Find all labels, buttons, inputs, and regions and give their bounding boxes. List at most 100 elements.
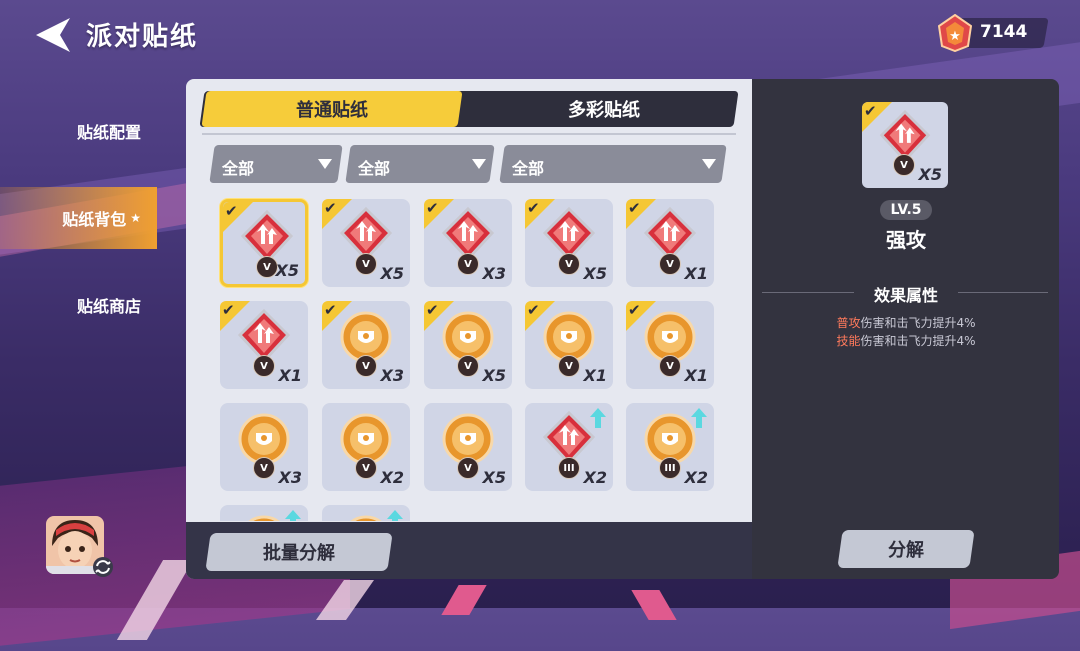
rank-badge: V	[659, 355, 681, 377]
divider	[762, 292, 854, 293]
sticker-count: X2	[380, 468, 404, 487]
check-icon: ✔	[222, 301, 235, 319]
attributes-title: 效果属性	[873, 286, 938, 305]
attribute-text: 伤害和击飞力提升4%	[860, 334, 976, 348]
sidebar-item-sticker-shop[interactable]: 贴纸商店	[0, 274, 157, 336]
rank-badge: V	[558, 355, 580, 377]
sidebar-item-sticker-config[interactable]: 贴纸配置	[0, 100, 157, 162]
back-arrow-icon	[36, 18, 70, 52]
sticker-count: X5	[583, 264, 607, 283]
sticker-level: LV.5	[890, 202, 922, 218]
rank-badge: V	[457, 355, 479, 377]
sticker-card[interactable]: ✔ V X5	[424, 301, 512, 389]
rank-badge: III	[558, 457, 580, 479]
currency-amount: 7144	[980, 22, 1028, 42]
sticker-card[interactable]: III X2	[525, 403, 613, 491]
tab-label: 普通贴纸	[296, 100, 368, 121]
sticker-card[interactable]	[220, 505, 308, 521]
check-icon: ✔	[628, 301, 641, 319]
sticker-card[interactable]	[322, 505, 410, 521]
check-icon: ✔	[225, 202, 238, 220]
upgrade-arrow-icon	[589, 407, 607, 429]
sticker-bag-panel: 普通贴纸 多彩贴纸 全部 全部 全部 ✔ V X5 ✔ V X5 ✔ V X3 ✔ V X5 ✔ V X1 ✔…	[186, 79, 752, 579]
sidebar-item-sticker-bag[interactable]: 贴纸背包 ★	[0, 187, 157, 249]
button-label: 分解	[888, 540, 924, 561]
background-stripe	[631, 590, 677, 620]
sticker-count: X5	[380, 264, 404, 283]
sticker-card[interactable]: V X5	[424, 403, 512, 491]
sticker-card[interactable]: ✔ V X5	[220, 199, 308, 287]
sticker-count: X1	[583, 366, 607, 385]
filter-value: 全部	[512, 159, 545, 178]
chevron-down-icon	[472, 159, 486, 169]
star-icon: ★	[130, 211, 141, 225]
rank-badge: V	[659, 253, 681, 275]
sticker-card[interactable]: ✔ V X1	[220, 301, 308, 389]
filter-value: 全部	[222, 159, 255, 178]
divider	[958, 292, 1048, 293]
sticker-card[interactable]: ✔ V X5	[322, 199, 410, 287]
sidebar-item-label: 贴纸配置	[76, 123, 141, 142]
button-label: 批量分解	[263, 543, 335, 564]
decompose-button[interactable]: 分解	[837, 530, 975, 568]
rank-badge: V	[457, 253, 479, 275]
sticker-card[interactable]: V X3	[220, 403, 308, 491]
filter-value: 全部	[358, 159, 391, 178]
sticker-count: X5	[275, 261, 299, 280]
attribute-text: 伤害和击飞力提升4%	[860, 316, 976, 330]
check-icon: ✔	[527, 301, 540, 319]
background-stripe	[116, 560, 194, 640]
sticker-card[interactable]: ✔ V X3	[424, 199, 512, 287]
attribute-row: 技能伤害和击飞力提升4%	[760, 332, 1052, 349]
check-icon: ✔	[426, 199, 439, 217]
swap-icon[interactable]	[92, 556, 114, 578]
rank-badge: III	[659, 457, 681, 479]
sidebar-item-label: 贴纸商店	[76, 297, 141, 316]
sticker-card[interactable]: V X2	[322, 403, 410, 491]
check-icon: ✔	[324, 199, 337, 217]
rank-badge: V	[355, 253, 377, 275]
sticker-count: X5	[918, 165, 942, 184]
rank-badge: V	[355, 355, 377, 377]
sticker-count: X3	[278, 468, 302, 487]
tab-colorful-stickers[interactable]: 多彩贴纸	[476, 91, 732, 127]
sticker-count: X5	[482, 366, 506, 385]
sticker-count: X3	[482, 264, 506, 283]
page-title: 派对贴纸	[86, 22, 199, 52]
upgrade-arrow-icon	[284, 509, 302, 521]
rank-badge: V	[893, 154, 915, 176]
rank-badge: V	[457, 457, 479, 479]
batch-decompose-button[interactable]: 批量分解	[205, 533, 393, 571]
selected-sticker-preview: ✔ V X5	[862, 102, 948, 188]
sticker-card[interactable]: ✔ V X3	[322, 301, 410, 389]
divider	[202, 133, 736, 135]
sticker-card[interactable]: ✔ V X1	[525, 301, 613, 389]
tab-normal-stickers[interactable]: 普通贴纸	[201, 91, 463, 127]
sticker-count: X1	[278, 366, 302, 385]
rank-badge: V	[355, 457, 377, 479]
background-stripe	[441, 585, 487, 615]
background-stripe	[315, 580, 375, 620]
chevron-down-icon	[318, 159, 332, 169]
attribute-key: 技能	[836, 334, 861, 348]
sticker-card[interactable]: ✔ V X1	[626, 199, 714, 287]
upgrade-arrow-icon	[690, 407, 708, 429]
sticker-card[interactable]: III X2	[626, 403, 714, 491]
sticker-count: X3	[380, 366, 404, 385]
check-icon: ✔	[527, 199, 540, 217]
back-button[interactable]	[34, 16, 74, 54]
sticker-count: X1	[684, 366, 708, 385]
rank-badge: V	[558, 253, 580, 275]
rank-badge: V	[253, 457, 275, 479]
gem-currency-icon: ★	[937, 13, 973, 53]
sticker-name: 强攻	[886, 228, 926, 252]
sticker-count: X2	[684, 468, 708, 487]
sidebar-item-label: 贴纸背包	[62, 210, 127, 229]
sticker-count: X2	[583, 468, 607, 487]
check-icon: ✔	[864, 102, 877, 120]
sticker-card[interactable]: ✔ V X1	[626, 301, 714, 389]
attribute-key: 普攻	[836, 316, 861, 330]
sticker-card[interactable]: ✔ V X5	[525, 199, 613, 287]
svg-text:★: ★	[949, 29, 961, 44]
sticker-grid[interactable]: ✔ V X5 ✔ V X5 ✔ V X3 ✔ V X5 ✔ V X1 ✔ V X1 ✔ V X3 ✔ V X5 ✔ V X1 ✔ V X1…	[186, 191, 752, 521]
